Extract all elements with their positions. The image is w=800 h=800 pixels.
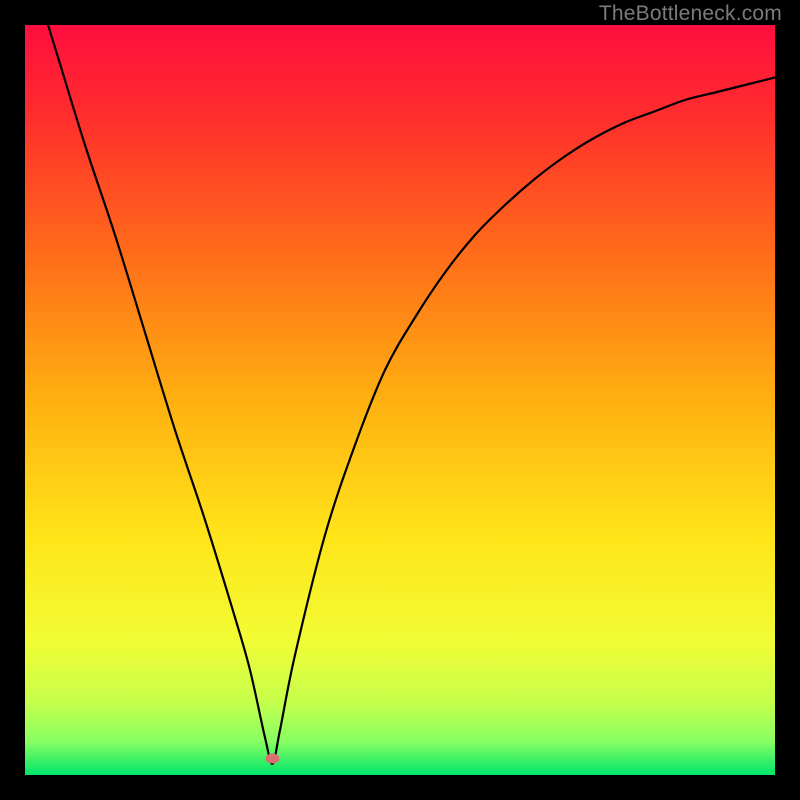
gradient-rect [25,25,775,775]
chart-svg [25,25,775,775]
chart-frame: TheBottleneck.com [0,0,800,800]
watermark-label: TheBottleneck.com [599,2,782,26]
minimum-marker [266,754,280,764]
plot-area [25,25,775,775]
